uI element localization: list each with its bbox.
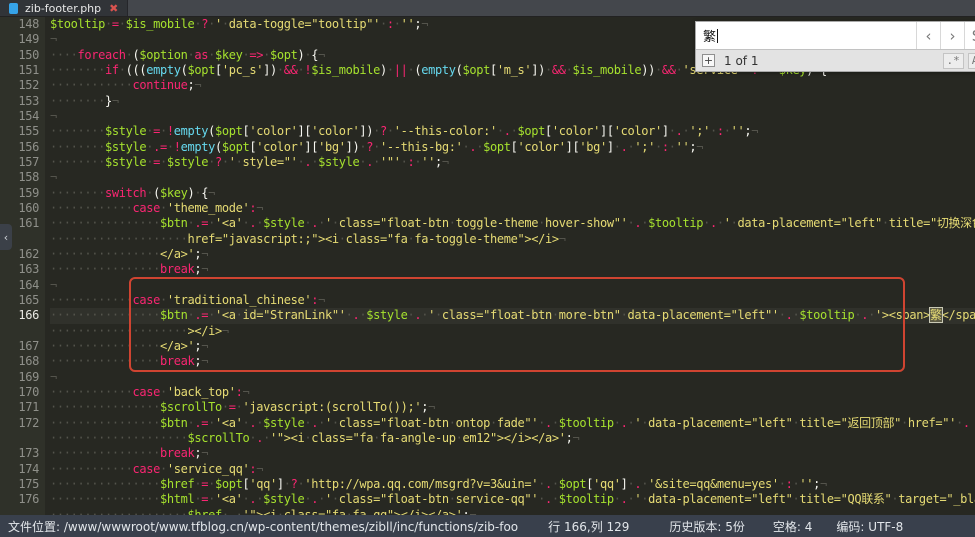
code-line: ················$scrollTo·=·'javascript:… — [50, 400, 975, 415]
code-line: ········$style·=·!empty($opt['color']['c… — [50, 124, 975, 139]
cursor-position: 行 166,列 129 — [548, 518, 629, 535]
line-number: 159 — [0, 186, 39, 201]
code-line: ················break;¬ — [50, 262, 975, 277]
code-line: ············case·'service_qq':¬ — [50, 462, 975, 477]
file-location-path: /www/wwwroot/www.tfblog.cn/wp-content/th… — [60, 520, 518, 534]
gutter: 148149150151152153154155156157158159160 1… — [0, 17, 45, 515]
line-number: 156 — [0, 140, 39, 155]
line-number: 149 — [0, 32, 39, 47]
line-number: 176 — [0, 492, 39, 507]
code-line: ················</a>';¬ — [50, 339, 975, 354]
code-line: ················$btn·.=·'<a'·.·$style·.·… — [50, 216, 975, 231]
wrap-gutter — [0, 508, 39, 516]
line-number: 165 — [0, 293, 39, 308]
line-number: 170 — [0, 385, 39, 400]
history-versions[interactable]: 历史版本: 5份 — [669, 518, 745, 535]
code-line: ················$btn·.=·'<a·id="StranLin… — [50, 308, 975, 323]
code-line: ¬ — [50, 370, 975, 385]
code-line: ¬ — [50, 170, 975, 185]
wrap-gutter — [0, 324, 39, 339]
line-number: 157 — [0, 155, 39, 170]
search-panel: 繁 ‹ › S + 1 of 1 .* Aa — [695, 21, 975, 72]
code-line: ················$btn·.=·'<a'·.·$style·.·… — [50, 416, 975, 431]
code-line: ············continue;¬ — [50, 78, 975, 93]
code-line: ····················$href·.·'"><i·class=… — [50, 508, 975, 516]
code-line: ····················href="javascript:;">… — [50, 232, 975, 247]
search-counter: 1 of 1 — [724, 54, 758, 68]
line-number: 148 — [0, 17, 39, 32]
sidebar-collapse-handle[interactable]: ‹ — [0, 224, 12, 250]
search-input[interactable]: 繁 — [696, 22, 916, 49]
line-number: 168 — [0, 354, 39, 369]
search-row: 繁 ‹ › S — [696, 22, 975, 49]
code-line: ············case·'theme_mode':¬ — [50, 201, 975, 216]
search-options-row: + 1 of 1 .* Aa — [696, 49, 975, 71]
code-line: ········$style·.=·!empty($opt['color']['… — [50, 140, 975, 155]
code-line: ················</a>';¬ — [50, 247, 975, 262]
code-line: ········}¬ — [50, 94, 975, 109]
search-option-toggles: .* Aa — [943, 53, 975, 69]
code-line: ············case·'back_top':¬ — [50, 385, 975, 400]
find-prev-button[interactable]: ‹ — [916, 22, 940, 49]
line-number: 172 — [0, 416, 39, 431]
code-line: ············case·'traditional_chinese':¬ — [50, 293, 975, 308]
find-next-button[interactable]: › — [940, 22, 964, 49]
case-sensitive-toggle-button[interactable]: Aa — [968, 53, 975, 69]
code-line: ····················$scrollTo·.·'"><i·cl… — [50, 431, 975, 446]
line-number: 164 — [0, 278, 39, 293]
code-line: ¬ — [50, 109, 975, 124]
code-line: ················break;¬ — [50, 354, 975, 369]
code-editor-window: zib-footer.php ✖ 14814915015115215315415… — [0, 0, 975, 537]
code-line: ········switch·($key)·{¬ — [50, 186, 975, 201]
toggle-replace-button[interactable]: + — [702, 54, 715, 67]
line-number: 171 — [0, 400, 39, 415]
indent-spaces[interactable]: 空格: 4 — [773, 518, 813, 535]
status-bar: 文件位置: /www/wwwroot/www.tfblog.cn/wp-cont… — [0, 515, 975, 537]
line-number: 166 — [0, 308, 39, 323]
code-line: ················$html·=·'<a'·.·$style·.·… — [50, 492, 975, 507]
file-location: 文件位置: /www/wwwroot/www.tfblog.cn/wp-cont… — [8, 518, 518, 535]
code-line: ········$style·=·$style·?·'·style="'·.·$… — [50, 155, 975, 170]
line-number: 175 — [0, 477, 39, 492]
tab-bar: zib-footer.php ✖ — [0, 0, 975, 17]
file-encoding[interactable]: 编码: UTF-8 — [836, 518, 903, 535]
text-caret — [717, 29, 718, 43]
line-number: 151 — [0, 63, 39, 78]
line-number: 174 — [0, 462, 39, 477]
editor[interactable]: 148149150151152153154155156157158159160 1… — [0, 17, 975, 515]
code-line: ····················></i>¬ — [50, 324, 975, 339]
file-location-label: 文件位置: — [8, 520, 60, 534]
line-number: 160 — [0, 201, 39, 216]
php-file-icon — [9, 3, 18, 14]
line-number: 150 — [0, 48, 39, 63]
chevron-left-icon: ‹ — [4, 232, 8, 243]
line-number: 152 — [0, 78, 39, 93]
line-number: 158 — [0, 170, 39, 185]
code-line: ················$href·=·$opt['qq']·?·'ht… — [50, 477, 975, 492]
search-query-text: 繁 — [703, 26, 716, 45]
line-number: 155 — [0, 124, 39, 139]
line-number: 167 — [0, 339, 39, 354]
code-line: ¬ — [50, 278, 975, 293]
tab-zib-footer[interactable]: zib-footer.php ✖ — [0, 0, 128, 16]
code-rows: $tooltip·=·$is_mobile·?·'·data-toggle="t… — [45, 17, 975, 515]
line-number: 169 — [0, 370, 39, 385]
tab-title: zib-footer.php — [25, 2, 101, 15]
line-number: 153 — [0, 94, 39, 109]
regex-toggle-button[interactable]: .* — [943, 53, 964, 69]
line-number: 154 — [0, 109, 39, 124]
line-number: 173 — [0, 446, 39, 461]
tab-close-icon[interactable]: ✖ — [109, 3, 118, 14]
search-in-selection-button[interactable]: S — [964, 22, 975, 49]
code-line: ················break;¬ — [50, 446, 975, 461]
wrap-gutter — [0, 431, 39, 446]
line-number: 163 — [0, 262, 39, 277]
